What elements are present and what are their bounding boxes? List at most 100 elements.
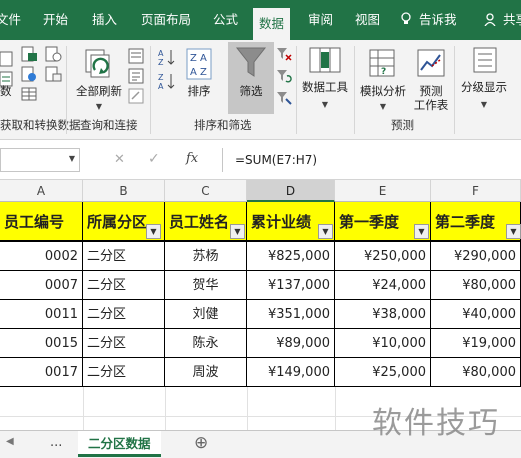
cell-q2[interactable]: ¥19,000 [431,329,521,358]
cell-q2[interactable]: ¥80,000 [431,358,521,387]
cell-employee-id[interactable]: 0011 [0,300,83,329]
cell-q2[interactable]: ¥80,000 [431,271,521,300]
formula-input[interactable]: =SUM(E7:H7) [222,148,521,172]
filter-button[interactable]: 筛选 [228,42,274,114]
refresh-all-icon[interactable] [82,48,116,85]
share-button[interactable]: 共享 [484,0,521,40]
tab-page-layout-label: 页面布局 [141,12,192,27]
outline-icon[interactable] [472,46,498,79]
forecast-sheet-icon[interactable] [416,48,446,81]
from-web-icon[interactable] [20,66,38,85]
cell-region[interactable]: 二分区 [83,300,165,329]
sort-descending-icon[interactable]: ZA [158,72,176,93]
cell-employee-id[interactable]: 0002 [0,242,83,271]
column-header-d[interactable]: D [247,180,335,202]
advanced-filter-icon[interactable] [276,90,292,109]
cell-employee-name[interactable]: 周波 [165,358,247,387]
column-header-f[interactable]: F [431,180,521,202]
cell-q1[interactable]: ¥25,000 [335,358,431,387]
group-separator [296,46,297,134]
cell-region[interactable]: 二分区 [83,242,165,271]
tab-file[interactable]: 文件 [0,0,21,40]
filter-dropdown-icon[interactable]: ▼ [318,224,333,239]
cell-total-sales[interactable]: ¥351,000 [247,300,335,329]
name-box[interactable]: ▼ [0,148,80,172]
edit-links-icon[interactable] [128,88,144,107]
refresh-all-dropdown[interactable]: ▼ [73,98,125,114]
column-header-a[interactable]: A [0,180,83,202]
filter-dropdown-icon[interactable]: ▼ [414,224,429,239]
cell-total-sales[interactable]: ¥149,000 [247,358,335,387]
sort-dialog-icon[interactable]: ZAAZ [186,48,212,83]
data-tools-icon[interactable] [308,46,342,79]
more-sheets-button[interactable]: ... [50,435,62,450]
tab-view-label: 视图 [355,12,381,27]
new-query-label: 数 [0,84,12,98]
tab-review-label: 审阅 [308,12,334,27]
watermark: 软件技巧 [372,406,500,441]
recent-sources-icon[interactable] [44,46,62,65]
cell-employee-name[interactable]: 陈永 [165,329,247,358]
enter-icon[interactable]: ✓ [148,151,160,167]
tab-formulas[interactable]: 公式 [213,0,238,40]
cell-q1[interactable]: ¥10,000 [335,329,431,358]
filter-dropdown-icon[interactable]: ▼ [146,224,161,239]
cell-employee-id[interactable]: 0017 [0,358,83,387]
cell-employee-name[interactable]: 刘健 [165,300,247,329]
tab-formulas-label: 公式 [213,12,239,27]
person-icon [484,12,500,27]
cell-region[interactable]: 二分区 [83,329,165,358]
tell-me-box[interactable]: 告诉我 [400,0,457,40]
cell-employee-name[interactable]: 贺华 [165,271,247,300]
cell-region[interactable]: 二分区 [83,358,165,387]
insert-function-button[interactable]: fx [186,151,198,166]
cell-region[interactable]: 二分区 [83,271,165,300]
outline-label: 分级显示 [461,80,507,94]
tell-me-label: 告诉我 [418,12,457,27]
cell-employee-id[interactable]: 0015 [0,329,83,358]
cell-q1[interactable]: ¥38,000 [335,300,431,329]
existing-connections-icon[interactable] [44,66,62,85]
tab-insert[interactable]: 插入 [92,0,117,40]
data-tools-dropdown[interactable]: ▼ [300,96,350,112]
what-if-icon[interactable]: ? [368,48,396,81]
group-separator [66,46,67,134]
filter-dropdown-icon[interactable]: ▼ [506,224,521,239]
what-if-dropdown[interactable]: ▼ [356,98,410,114]
tab-review[interactable]: 审阅 [308,0,333,40]
tab-view[interactable]: 视图 [355,0,380,40]
header-text: 累计业绩 [251,213,312,231]
formula-bar-buttons: ✕ ✓ fx [110,148,220,172]
cell-q1[interactable]: ¥250,000 [335,242,431,271]
table-header-cell[interactable]: 员工编号 [0,202,83,242]
tab-page-layout[interactable]: 页面布局 [141,0,191,40]
cell-total-sales[interactable]: ¥825,000 [247,242,335,271]
filter-dropdown-icon[interactable]: ▼ [230,224,245,239]
column-header-c[interactable]: C [165,180,247,202]
add-sheet-button[interactable]: ⊕ [194,433,208,453]
queries-connections-icon[interactable] [128,48,144,67]
tab-home[interactable]: 开始 [43,0,68,40]
reapply-filter-icon[interactable] [276,68,292,87]
cell-q1[interactable]: ¥24,000 [335,271,431,300]
scroll-sheets-left-icon[interactable]: ◀ [6,436,14,447]
sort-ascending-icon[interactable]: AZ [158,48,176,69]
name-box-dropdown-icon[interactable]: ▼ [69,154,75,163]
cell-q2[interactable]: ¥40,000 [431,300,521,329]
cancel-icon[interactable]: ✕ [114,152,125,167]
outline-dropdown[interactable]: ▼ [458,96,510,112]
column-header-b[interactable]: B [83,180,165,202]
cell-employee-id[interactable]: 0007 [0,271,83,300]
column-header-e[interactable]: E [335,180,431,202]
properties-icon[interactable] [128,68,144,87]
cell-q2[interactable]: ¥290,000 [431,242,521,271]
from-text-icon[interactable] [20,46,38,65]
tab-data[interactable]: 数据 [253,8,291,40]
cell-employee-name[interactable]: 苏杨 [165,242,247,271]
worksheet-grid[interactable]: A B C D E F 员工编号 所属分区 员工姓名 累计业绩 第一季度 第二季… [0,180,521,430]
from-table-icon[interactable] [20,86,38,105]
sheet-tab-active[interactable]: 二分区数据 [78,431,161,457]
cell-total-sales[interactable]: ¥137,000 [247,271,335,300]
cell-total-sales[interactable]: ¥89,000 [247,329,335,358]
clear-filter-icon[interactable] [276,46,292,65]
